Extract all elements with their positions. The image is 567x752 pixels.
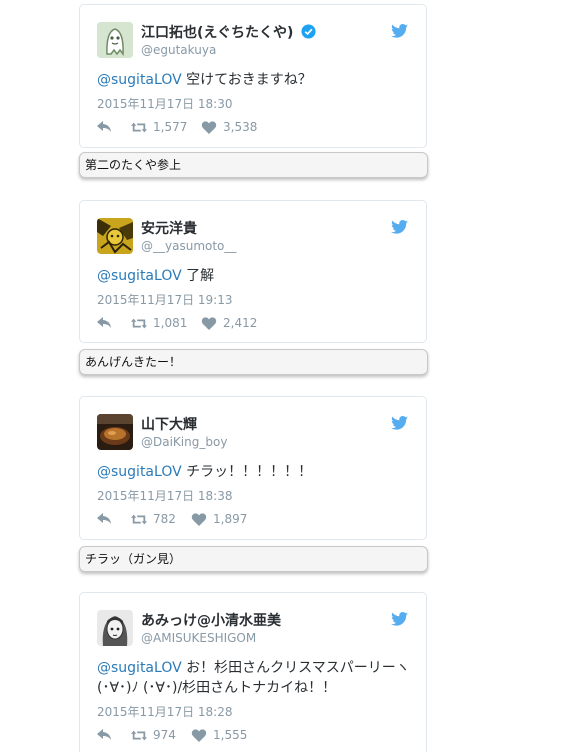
twitter-bird-icon[interactable] <box>391 612 408 626</box>
tweet-body: チラッ！！！！！！ <box>181 464 313 480</box>
tweet-card[interactable]: あみっけ@小清水亜美 @AMISUKESHIGOM @sugitaLOV お！杉… <box>79 592 427 752</box>
like-count: 3,538 <box>223 120 258 134</box>
tweet-date[interactable]: 2015年11月17日 19:13 <box>97 291 232 308</box>
tweet-card[interactable]: 江口拓也(えぐちたくや) @egutakuya @sugitaLOV 空けておき… <box>79 4 427 148</box>
tweet-card[interactable]: 山下大輝 @DaiKing_boy @sugitaLOV チラッ！！！！！！ 2… <box>79 396 427 540</box>
tweet-card[interactable]: 安元洋貴 @__yasumoto__ @sugitaLOV 了解 2015年11… <box>79 200 427 343</box>
yellow-illustration-avatar[interactable] <box>97 218 133 254</box>
verified-badge-icon <box>301 24 316 39</box>
twitter-bird-icon[interactable] <box>391 220 408 234</box>
like-button[interactable]: 3,538 <box>201 119 257 135</box>
user-handle[interactable]: @DaiKing_boy <box>141 435 227 449</box>
reply-button[interactable] <box>97 119 112 135</box>
tweet-text: @sugitaLOV お！杉田さんクリスマスパーリーヽ(･∀･)ﾉ (･∀･)/… <box>97 658 412 698</box>
heart-icon <box>201 120 217 134</box>
reply-button[interactable] <box>97 511 112 527</box>
user-handle[interactable]: @__yasumoto__ <box>141 239 236 253</box>
retweet-button[interactable]: 782 <box>131 511 176 527</box>
display-name-text[interactable]: 江口拓也(えぐちたくや) <box>141 25 293 41</box>
retweet-button[interactable]: 1,081 <box>131 315 187 331</box>
tweet-body: 了解 <box>181 268 215 284</box>
display-name[interactable]: 安元洋貴 <box>141 218 197 238</box>
twitter-bird-icon[interactable] <box>391 416 408 430</box>
reply-icon <box>97 317 111 328</box>
like-button[interactable]: 1,555 <box>191 727 247 743</box>
tweet-body: 空けておきますね？ <box>181 72 312 88</box>
like-count: 1,897 <box>213 512 248 526</box>
reply-icon <box>97 513 111 524</box>
retweet-count: 1,577 <box>153 120 188 134</box>
twitter-bird-icon[interactable] <box>391 24 408 38</box>
mention-link[interactable]: @sugitaLOV <box>97 464 182 480</box>
tweet-text: @sugitaLOV チラッ！！！！！！ <box>97 462 412 482</box>
reply-button[interactable] <box>97 727 112 743</box>
retweet-icon <box>131 318 147 328</box>
display-name[interactable]: 山下大輝 <box>141 414 197 434</box>
retweet-count: 974 <box>153 728 176 742</box>
user-handle[interactable]: @egutakuya <box>141 43 216 57</box>
tweet-text: @sugitaLOV 空けておきますね？ <box>97 70 412 90</box>
display-name[interactable]: あみっけ@小清水亜美 <box>141 610 281 630</box>
heart-icon <box>201 316 217 330</box>
retweet-button[interactable]: 1,577 <box>131 119 187 135</box>
comment-bubble: あんげんきたー！ <box>79 349 428 375</box>
retweet-count: 782 <box>153 512 176 526</box>
retweet-icon <box>131 514 147 524</box>
mention-link[interactable]: @sugitaLOV <box>97 660 182 676</box>
mention-link[interactable]: @sugitaLOV <box>97 72 182 88</box>
display-name[interactable]: 江口拓也(えぐちたくや) <box>141 22 316 42</box>
like-count: 1,555 <box>213 728 248 742</box>
reply-icon <box>97 729 111 740</box>
like-count: 2,412 <box>223 316 258 330</box>
retweet-icon <box>131 122 147 132</box>
retweet-icon <box>131 730 147 740</box>
retweet-count: 1,081 <box>153 316 188 330</box>
food-photo-avatar[interactable] <box>97 414 133 450</box>
sketch-portrait-avatar[interactable] <box>97 610 133 646</box>
ghost-drawing-avatar[interactable] <box>97 22 133 58</box>
tweet-date[interactable]: 2015年11月17日 18:30 <box>97 95 232 112</box>
comment-bubble: チラッ（ガン見） <box>79 546 428 572</box>
retweet-button[interactable]: 974 <box>131 727 176 743</box>
reply-icon <box>97 121 111 132</box>
tweet-date[interactable]: 2015年11月17日 18:38 <box>97 487 232 504</box>
like-button[interactable]: 1,897 <box>191 511 247 527</box>
mention-link[interactable]: @sugitaLOV <box>97 268 182 284</box>
tweet-text: @sugitaLOV 了解 <box>97 266 412 286</box>
comment-bubble: 第二のたくや参上 <box>79 152 428 178</box>
like-button[interactable]: 2,412 <box>201 315 257 331</box>
heart-icon <box>191 512 207 526</box>
user-handle[interactable]: @AMISUKESHIGOM <box>141 631 256 645</box>
page: 江口拓也(えぐちたくや) @egutakuya @sugitaLOV 空けておき… <box>0 0 567 752</box>
reply-button[interactable] <box>97 315 112 331</box>
heart-icon <box>191 728 207 742</box>
tweet-date[interactable]: 2015年11月17日 18:28 <box>97 703 232 720</box>
